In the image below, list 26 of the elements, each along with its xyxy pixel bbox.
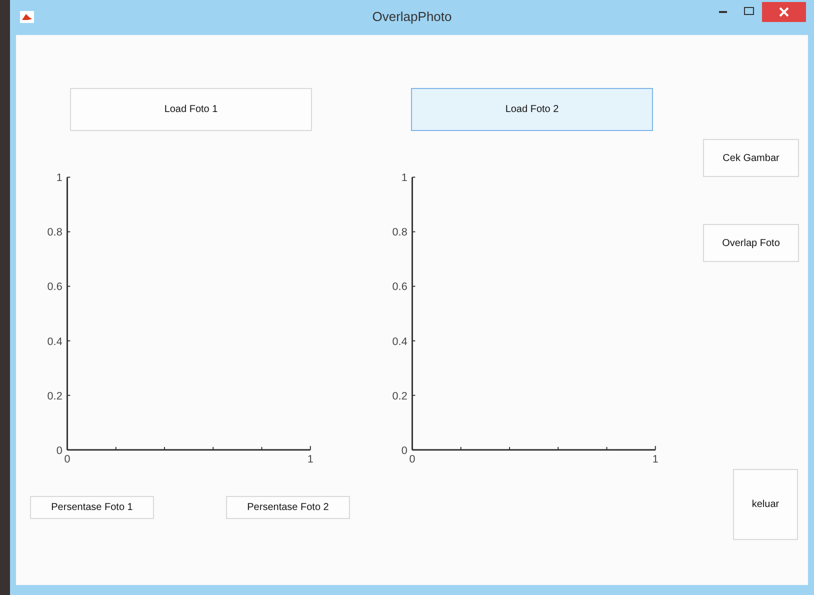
- x-tick-label: 0: [409, 454, 416, 466]
- y-tick-label: 0.8: [47, 226, 62, 239]
- y-tick-label: 0: [56, 444, 62, 457]
- y-tick-label: 0.8: [392, 226, 408, 239]
- y-tick-label: 1: [56, 172, 62, 184]
- window-title: OverlapPhoto: [372, 9, 452, 24]
- y-tick-label: 0.4: [392, 336, 408, 348]
- y-tick-label: 0.6: [392, 281, 408, 294]
- action-button[interactable]: Cek Gambar: [703, 139, 799, 177]
- y-tick-label: 1: [401, 172, 408, 184]
- y-tick-label: 0: [401, 444, 408, 457]
- app-icon: [20, 10, 34, 22]
- x-tick-label: 1: [652, 454, 658, 466]
- exit-button[interactable]: keluar: [733, 469, 798, 540]
- load-photo-button[interactable]: Load Foto 2: [411, 88, 653, 131]
- y-tick-label: 0.6: [47, 281, 62, 294]
- y-tick-label: 0.2: [47, 390, 62, 402]
- x-tick-label: 1: [307, 454, 314, 466]
- action-button[interactable]: Overlap Foto: [703, 224, 799, 262]
- close-icon[interactable]: [762, 2, 806, 22]
- y-tick-label: 0.2: [392, 390, 408, 402]
- percentage-button[interactable]: Persentase Foto 1: [30, 496, 154, 519]
- y-tick-label: 0.4: [47, 336, 62, 348]
- load-photo-button[interactable]: Load Foto 1: [70, 88, 312, 131]
- percentage-button[interactable]: Persentase Foto 2: [226, 496, 350, 519]
- x-tick-label: 0: [64, 454, 70, 466]
